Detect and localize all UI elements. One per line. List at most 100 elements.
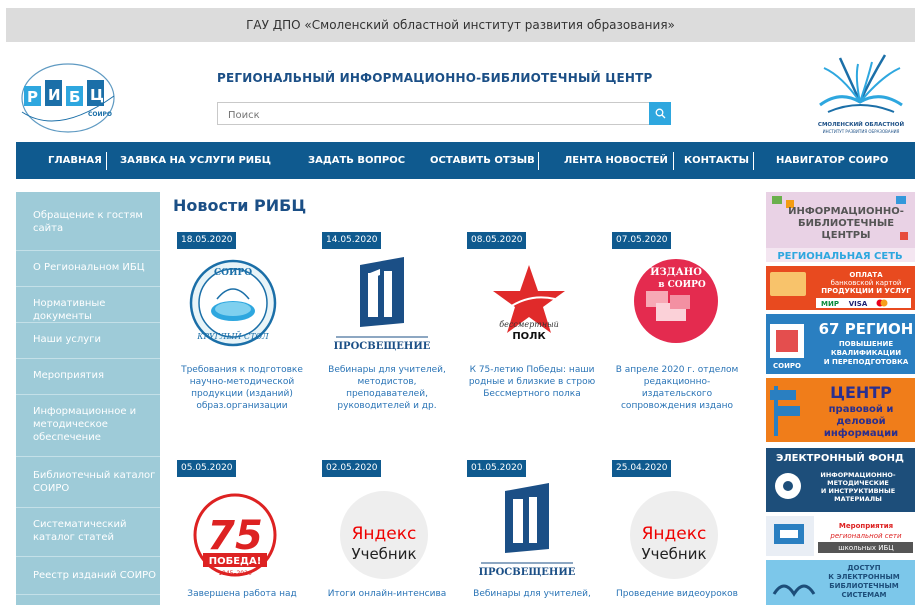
nav-item-ask-question[interactable]: ЗАДАТЬ ВОПРОС — [308, 155, 405, 166]
news-date: 25.04.2020 — [612, 460, 671, 477]
sidebar-item-guest-appeal[interactable]: Обращение к гостям сайта — [16, 209, 160, 235]
svg-text:ПРОДУКЦИИ И УСЛУГ: ПРОДУКЦИИ И УСЛУГ — [821, 287, 911, 295]
nav-item-news-feed[interactable]: ЛЕНТА НОВОСТЕЙ — [564, 155, 668, 166]
news-date: 18.05.2020 — [177, 232, 236, 249]
banner-ibc-network[interactable]: ИНФОРМАЦИОННО- БИБЛИОТЕЧНЫЕ ЦЕНТРЫ РЕГИО… — [766, 192, 915, 262]
yandex-textbook-image[interactable]: Яндекс Учебник — [322, 479, 452, 599]
svg-text:СОИРО: СОИРО — [88, 111, 112, 118]
svg-text:бессмертный: бессмертный — [499, 320, 559, 329]
news-link[interactable]: Завершена работа над — [177, 588, 307, 600]
svg-text:банковской картой: банковской картой — [831, 279, 902, 287]
news-date: 14.05.2020 — [322, 232, 381, 249]
news-date: 01.05.2020 — [467, 460, 526, 477]
sidebar-menu: Обращение к гостям сайта О Региональном … — [16, 192, 160, 605]
svg-text:Яндекс: Яндекс — [642, 524, 707, 544]
nav-item-leave-review[interactable]: ОСТАВИТЬ ОТЗЫВ — [430, 155, 535, 166]
search-box — [217, 102, 671, 126]
institute-title-bar: ГАУ ДПО «Смоленский областной институт р… — [6, 8, 915, 42]
news-date: 07.05.2020 — [612, 232, 671, 249]
ribc-logo[interactable]: Р И Б Ц СОИРО — [18, 56, 118, 138]
sidebar-item-info-support[interactable]: Информационное и методическое обеспечени… — [16, 405, 160, 444]
nav-separator — [106, 152, 107, 170]
svg-text:ОПЛАТА: ОПЛАТА — [849, 271, 883, 279]
banner-electronic-library-access[interactable]: ДОСТУП К ЭЛЕКТРОННЫМ БИБЛИОТЕЧНЫМ СИСТЕМ… — [766, 560, 915, 605]
news-date: 08.05.2020 — [467, 232, 526, 249]
nav-item-service-request[interactable]: ЗАЯВКА НА УСЛУГИ РИБЦ — [120, 155, 271, 166]
svg-text:ПОЛК: ПОЛК — [512, 331, 546, 342]
banner-electronic-fund[interactable]: ЭЛЕКТРОННЫЙ ФОНД ИНФОРМАЦИОННО- МЕТОДИЧЕ… — [766, 448, 915, 512]
svg-text:67 РЕГИОН: 67 РЕГИОН — [819, 320, 914, 338]
sidebar-item-services[interactable]: Наши услуги — [16, 333, 160, 346]
soiro-emblem[interactable]: СМОЛЕНСКИЙ ОБЛАСТНОЙ ИНСТИТУТ РАЗВИТИЯ О… — [810, 50, 912, 140]
svg-text:СМОЛЕНСКИЙ ОБЛАСТНОЙ: СМОЛЕНСКИЙ ОБЛАСТНОЙ — [818, 120, 905, 128]
nav-item-home[interactable]: ГЛАВНАЯ — [48, 155, 102, 166]
svg-text:СИСТЕМАМ: СИСТЕМАМ — [841, 591, 886, 599]
svg-text:СОИРО: СОИРО — [214, 268, 252, 278]
svg-text:И ПЕРЕПОДГОТОВКА: И ПЕРЕПОДГОТОВКА — [824, 358, 909, 366]
sidebar-item-article-catalog[interactable]: Систематический каталог статей — [16, 518, 160, 544]
svg-text:правовой и: правовой и — [829, 404, 894, 415]
prosveshchenie-logo[interactable]: ПРОСВЕЩЕНИЕ — [467, 479, 597, 599]
svg-text:75: 75 — [207, 513, 263, 559]
news-date: 02.05.2020 — [322, 460, 381, 477]
banner-legal-info-center[interactable]: ЦЕНТР правовой и деловой информации — [766, 378, 915, 442]
news-link[interactable]: В апреле 2020 г. отделом редакционно-изд… — [612, 364, 742, 412]
svg-text:деловой: деловой — [836, 416, 885, 427]
svg-text:МИР: МИР — [821, 300, 839, 308]
immortal-regiment-image[interactable]: бессмертный ПОЛК — [467, 251, 597, 371]
sidebar-divider — [16, 507, 160, 508]
news-section-title: Новости РИБЦ — [173, 196, 307, 215]
published-soiro-image[interactable]: ИЗДАНО в СОИРО — [612, 251, 742, 371]
svg-text:ИНФОРМАЦИОННО-: ИНФОРМАЦИОННО- — [820, 471, 896, 479]
search-input[interactable] — [218, 105, 648, 126]
svg-text:ЦЕНТРЫ: ЦЕНТРЫ — [822, 230, 871, 241]
news-link[interactable]: Требования к подготовке научно-методичес… — [177, 364, 307, 412]
svg-text:И ИНСТРУКТИВНЫЕ: И ИНСТРУКТИВНЫЕ — [821, 487, 895, 495]
nav-item-navigator[interactable]: НАВИГАТОР СОИРО — [776, 155, 888, 166]
news-link[interactable]: Вебинары для учителей, — [467, 588, 597, 600]
svg-text:ПРОСВЕЩЕНИЕ: ПРОСВЕЩЕНИЕ — [479, 567, 576, 578]
svg-text:СОИРО: СОИРО — [773, 362, 801, 370]
svg-text:Яндекс: Яндекс — [352, 524, 417, 544]
nav-separator — [673, 152, 674, 170]
sidebar-divider — [16, 250, 160, 251]
sidebar-item-publications-registry[interactable]: Реестр изданий СОИРО — [16, 569, 160, 582]
prosveshchenie-logo[interactable]: ПРОСВЕЩЕНИЕ — [322, 251, 452, 371]
round-table-image[interactable]: СОИРО КРУГЛЫЙ СТОЛ — [177, 251, 307, 371]
svg-text:Мероприятия: Мероприятия — [839, 522, 893, 530]
svg-text:Р: Р — [27, 88, 38, 106]
news-link[interactable]: Итоги онлайн-интенсива — [322, 588, 452, 600]
svg-text:ПРОСВЕЩЕНИЕ: ПРОСВЕЩЕНИЕ — [334, 341, 431, 352]
svg-text:информации: информации — [824, 427, 898, 439]
svg-text:БИБЛИОТЕЧНЫМ: БИБЛИОТЕЧНЫМ — [829, 582, 898, 590]
news-link[interactable]: К 75-летию Победы: наши родные и близкие… — [467, 364, 597, 400]
site-title: РЕГИОНАЛЬНЫЙ ИНФОРМАЦИОННО-БИБЛИОТЕЧНЫЙ … — [217, 71, 653, 85]
svg-text:БИБЛИОТЕЧНЫЕ: БИБЛИОТЕЧНЫЕ — [798, 218, 894, 229]
svg-text:ПОБЕДА!: ПОБЕДА! — [209, 556, 262, 567]
svg-text:ИНФОРМАЦИОННО-: ИНФОРМАЦИОННО- — [788, 206, 904, 217]
svg-text:ЭЛЕКТРОННЫЙ ФОНД: ЭЛЕКТРОННЫЙ ФОНД — [776, 451, 904, 464]
victory-75-image[interactable]: 75 ПОБЕДА! 1945–2020 — [177, 479, 307, 599]
nav-item-contacts[interactable]: КОНТАКТЫ — [684, 155, 749, 166]
sidebar-item-events[interactable]: Мероприятия — [16, 369, 160, 382]
svg-text:1945–2020: 1945–2020 — [218, 570, 252, 577]
main-nav: ГЛАВНАЯ ЗАЯВКА НА УСЛУГИ РИБЦ ЗАДАТЬ ВОП… — [16, 142, 915, 179]
sidebar-item-about[interactable]: О Региональном ИБЦ — [16, 261, 160, 274]
sidebar-item-normative-docs[interactable]: Нормативные документы — [16, 297, 160, 323]
news-link[interactable]: Проведение видеоуроков — [612, 588, 742, 600]
banner-card-payment[interactable]: ОПЛАТА банковской картой ПРОДУКЦИИ И УСЛ… — [766, 266, 915, 310]
banner-67-region[interactable]: СОИРО 67 РЕГИОН ПОВЫШЕНИЕ КВАЛИФИКАЦИИ И… — [766, 314, 915, 374]
svg-text:VISA: VISA — [849, 300, 868, 308]
sidebar-item-library-catalog[interactable]: Библиотечный каталог СОИРО — [16, 469, 160, 495]
news-link[interactable]: Вебинары для учителей, методистов, препо… — [322, 364, 452, 412]
search-button[interactable] — [649, 102, 671, 125]
banner-school-ibc-events[interactable]: Мероприятия региональной сети школьных И… — [766, 516, 915, 556]
svg-text:К ЭЛЕКТРОННЫМ: К ЭЛЕКТРОННЫМ — [828, 573, 899, 581]
svg-text:КРУГЛЫЙ СТОЛ: КРУГЛЫЙ СТОЛ — [196, 331, 269, 341]
svg-text:ИЗДАНО: ИЗДАНО — [650, 267, 702, 278]
sidebar-divider — [16, 322, 160, 323]
svg-text:КВАЛИФИКАЦИИ: КВАЛИФИКАЦИИ — [831, 349, 901, 357]
svg-text:ЦЕНТР: ЦЕНТР — [830, 383, 892, 402]
svg-text:Б: Б — [69, 88, 80, 106]
yandex-textbook-image[interactable]: Яндекс Учебник — [612, 479, 742, 599]
